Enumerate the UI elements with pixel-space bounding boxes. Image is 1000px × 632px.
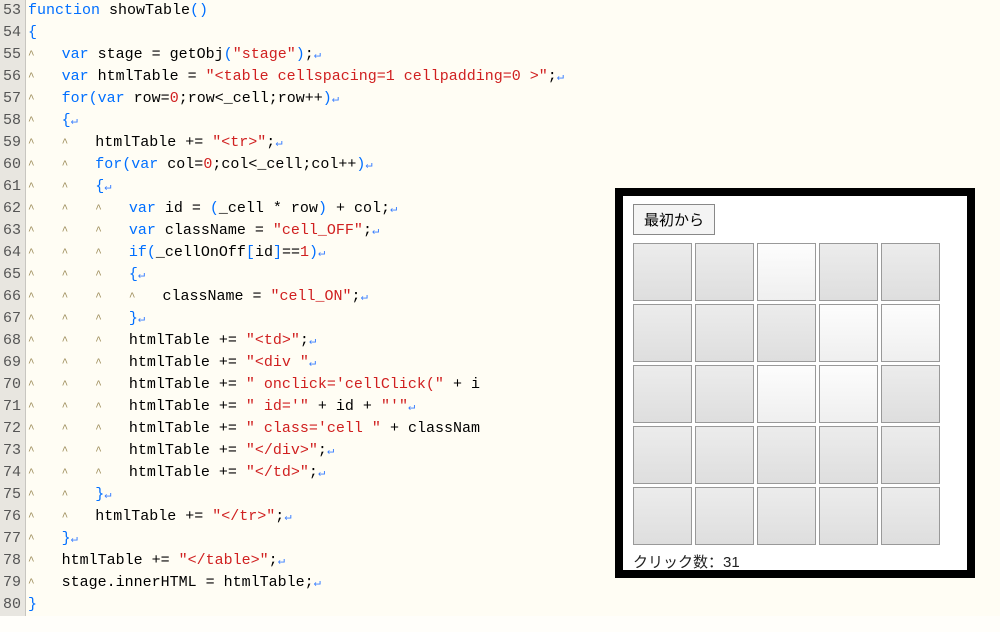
line-number: 68: [0, 330, 21, 352]
code-line: {: [28, 22, 1000, 44]
grid-cell[interactable]: [695, 365, 754, 423]
line-number: 67: [0, 308, 21, 330]
grid-cell[interactable]: [695, 487, 754, 545]
code-line: ^ {↵: [28, 110, 1000, 132]
grid-cell[interactable]: [819, 365, 878, 423]
line-number: 75: [0, 484, 21, 506]
line-number: 69: [0, 352, 21, 374]
line-number: 65: [0, 264, 21, 286]
line-number: 78: [0, 550, 21, 572]
line-number: 56: [0, 66, 21, 88]
line-number: 59: [0, 132, 21, 154]
cell-grid: [633, 243, 957, 545]
grid-cell[interactable]: [695, 426, 754, 484]
grid-cell[interactable]: [757, 304, 816, 362]
line-number: 53: [0, 0, 21, 22]
line-number: 63: [0, 220, 21, 242]
grid-cell[interactable]: [757, 487, 816, 545]
line-number: 71: [0, 396, 21, 418]
line-number: 79: [0, 572, 21, 594]
line-number: 73: [0, 440, 21, 462]
line-number-gutter: 5354555657585960616263646566676869707172…: [0, 0, 26, 616]
grid-cell[interactable]: [819, 487, 878, 545]
click-count: クリック数：31: [633, 551, 957, 572]
grid-cell[interactable]: [819, 426, 878, 484]
line-number: 54: [0, 22, 21, 44]
line-number: 61: [0, 176, 21, 198]
line-number: 55: [0, 44, 21, 66]
grid-cell[interactable]: [633, 304, 692, 362]
code-line: ^ var stage = getObj("stage");↵: [28, 44, 1000, 66]
grid-cell[interactable]: [819, 304, 878, 362]
click-count-value: 31: [723, 554, 740, 571]
line-number: 77: [0, 528, 21, 550]
line-number: 70: [0, 374, 21, 396]
grid-cell[interactable]: [819, 243, 878, 301]
grid-cell[interactable]: [757, 365, 816, 423]
grid-cell[interactable]: [633, 426, 692, 484]
grid-cell[interactable]: [757, 426, 816, 484]
grid-cell[interactable]: [633, 365, 692, 423]
line-number: 58: [0, 110, 21, 132]
grid-cell[interactable]: [695, 243, 754, 301]
line-number: 72: [0, 418, 21, 440]
code-line: ^ var htmlTable = "<table cellspacing=1 …: [28, 66, 1000, 88]
line-number: 62: [0, 198, 21, 220]
code-line: }: [28, 594, 1000, 616]
code-line: function showTable(): [28, 0, 1000, 22]
line-number: 57: [0, 88, 21, 110]
line-number: 80: [0, 594, 21, 616]
line-number: 74: [0, 462, 21, 484]
grid-cell[interactable]: [881, 365, 940, 423]
grid-cell[interactable]: [881, 304, 940, 362]
line-number: 76: [0, 506, 21, 528]
line-number: 66: [0, 286, 21, 308]
game-preview-panel: 最初から クリック数：31: [615, 188, 975, 578]
line-number: 64: [0, 242, 21, 264]
grid-cell[interactable]: [695, 304, 754, 362]
reset-button[interactable]: 最初から: [633, 204, 715, 235]
grid-cell[interactable]: [881, 487, 940, 545]
code-line: ^ ^ htmlTable += "<tr>";↵: [28, 132, 1000, 154]
click-count-label: クリック数：: [633, 554, 723, 571]
grid-cell[interactable]: [757, 243, 816, 301]
grid-cell[interactable]: [881, 243, 940, 301]
grid-cell[interactable]: [633, 487, 692, 545]
line-number: 60: [0, 154, 21, 176]
code-line: ^ ^ for(var col=0;col<_cell;col++)↵: [28, 154, 1000, 176]
code-line: ^ for(var row=0;row<_cell;row++)↵: [28, 88, 1000, 110]
grid-cell[interactable]: [633, 243, 692, 301]
grid-cell[interactable]: [881, 426, 940, 484]
